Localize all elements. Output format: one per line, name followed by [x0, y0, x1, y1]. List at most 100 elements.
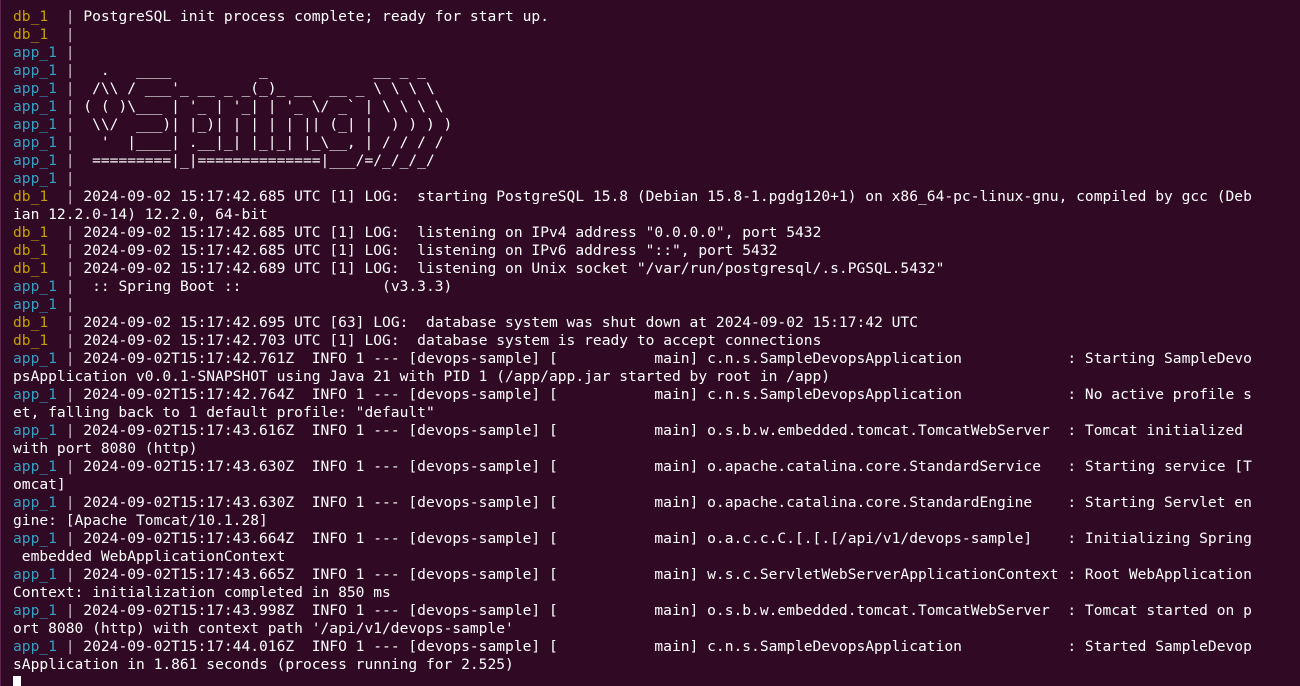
log-text: 2024-09-02 15:17:42.685 UTC [1] LOG: lis…: [83, 224, 822, 241]
log-line: db_1 | 2024-09-02 15:17:42.703 UTC [1] L…: [13, 332, 1300, 350]
app-service-prefix: app_1: [13, 602, 57, 619]
log-text: embedded WebApplicationContext: [13, 548, 286, 565]
text-cursor: [13, 676, 21, 686]
log-text: ian 12.2.0-14) 12.2.0, 64-bit: [13, 206, 268, 223]
app-service-prefix: app_1: [13, 422, 57, 439]
app-service-prefix: app_1: [13, 116, 57, 133]
log-line: psApplication v0.0.1-SNAPSHOT using Java…: [13, 368, 1300, 386]
log-text: PostgreSQL init process complete; ready …: [83, 8, 549, 25]
prefix-separator: |: [48, 8, 84, 25]
db-service-prefix: db_1: [13, 188, 49, 205]
terminal-output: db_1 | PostgreSQL init process complete;…: [13, 8, 1300, 686]
app-service-prefix: app_1: [13, 350, 57, 367]
prefix-separator: |: [56, 80, 84, 97]
log-line: app_1 | 2024-09-02T15:17:44.016Z INFO 1 …: [13, 638, 1300, 656]
prefix-separator: |: [56, 494, 84, 511]
app-service-prefix: app_1: [13, 80, 57, 97]
log-text: 2024-09-02T15:17:43.630Z INFO 1 --- [dev…: [83, 458, 1252, 475]
prefix-separator: |: [56, 296, 84, 313]
log-text: omcat]: [13, 476, 66, 493]
app-service-prefix: app_1: [13, 296, 57, 313]
log-line: db_1 |: [13, 26, 1300, 44]
app-service-prefix: app_1: [13, 386, 57, 403]
log-line: app_1 | 2024-09-02T15:17:43.630Z INFO 1 …: [13, 458, 1300, 476]
log-line: ian 12.2.0-14) 12.2.0, 64-bit: [13, 206, 1300, 224]
prefix-separator: |: [48, 188, 84, 205]
app-service-prefix: app_1: [13, 134, 57, 151]
log-line: app_1 |: [13, 170, 1300, 188]
prefix-separator: |: [56, 386, 84, 403]
log-text: . ____ _ __ _ _: [83, 62, 426, 79]
log-line: gine: [Apache Tomcat/10.1.28]: [13, 512, 1300, 530]
log-text: 2024-09-02T15:17:43.664Z INFO 1 --- [dev…: [83, 530, 1252, 547]
app-service-prefix: app_1: [13, 458, 57, 475]
log-text: ort 8080 (http) with context path '/api/…: [13, 620, 514, 637]
log-line: app_1 | =========|_|==============|___/=…: [13, 152, 1300, 170]
log-text: ( ( )\___ | '_ | '_| | '_ \/ _` | \ \ \ …: [83, 98, 444, 115]
log-text: 2024-09-02 15:17:42.703 UTC [1] LOG: dat…: [83, 332, 822, 349]
prefix-separator: |: [56, 530, 84, 547]
prefix-separator: |: [48, 260, 84, 277]
log-line: db_1 | 2024-09-02 15:17:42.685 UTC [1] L…: [13, 242, 1300, 260]
scrollbar[interactable]: [1294, 0, 1300, 686]
log-line: ort 8080 (http) with context path '/api/…: [13, 620, 1300, 638]
db-service-prefix: db_1: [13, 260, 49, 277]
app-service-prefix: app_1: [13, 62, 57, 79]
log-line: app_1 |: [13, 296, 1300, 314]
log-text: et, falling back to 1 default profile: "…: [13, 404, 435, 421]
prefix-separator: |: [56, 638, 84, 655]
db-service-prefix: db_1: [13, 8, 49, 25]
log-line: app_1 | \\/ ___)| |_)| | | | | || (_| | …: [13, 116, 1300, 134]
log-line: Context: initialization completed in 850…: [13, 584, 1300, 602]
prompt-line[interactable]: [13, 674, 1300, 686]
log-line: db_1 | PostgreSQL init process complete;…: [13, 8, 1300, 26]
prefix-separator: |: [56, 116, 84, 133]
app-service-prefix: app_1: [13, 170, 57, 187]
prefix-separator: |: [48, 332, 84, 349]
log-text: 2024-09-02 15:17:42.685 UTC [1] LOG: lis…: [83, 242, 778, 259]
prefix-separator: |: [56, 278, 84, 295]
log-text: 2024-09-02 15:17:42.695 UTC [63] LOG: da…: [83, 314, 918, 331]
log-line: sApplication in 1.861 seconds (process r…: [13, 656, 1300, 674]
prefix-separator: |: [48, 224, 84, 241]
prefix-separator: |: [56, 350, 84, 367]
log-line: et, falling back to 1 default profile: "…: [13, 404, 1300, 422]
app-service-prefix: app_1: [13, 44, 57, 61]
db-service-prefix: db_1: [13, 314, 49, 331]
log-text: 2024-09-02 15:17:42.689 UTC [1] LOG: lis…: [83, 260, 945, 277]
log-line: app_1 | 2024-09-02T15:17:43.630Z INFO 1 …: [13, 494, 1300, 512]
log-text: 2024-09-02T15:17:43.998Z INFO 1 --- [dev…: [83, 602, 1252, 619]
prefix-separator: |: [48, 26, 84, 43]
log-line: db_1 | 2024-09-02 15:17:42.695 UTC [63] …: [13, 314, 1300, 332]
log-line: app_1 | ( ( )\___ | '_ | '_| | '_ \/ _` …: [13, 98, 1300, 116]
log-line: with port 8080 (http): [13, 440, 1300, 458]
log-line: db_1 | 2024-09-02 15:17:42.689 UTC [1] L…: [13, 260, 1300, 278]
db-service-prefix: db_1: [13, 26, 49, 43]
log-line: db_1 | 2024-09-02 15:17:42.685 UTC [1] L…: [13, 188, 1300, 206]
log-line: app_1 | 2024-09-02T15:17:43.616Z INFO 1 …: [13, 422, 1300, 440]
log-text: 2024-09-02T15:17:43.616Z INFO 1 --- [dev…: [83, 422, 1252, 439]
log-text: gine: [Apache Tomcat/10.1.28]: [13, 512, 268, 529]
log-line: app_1 | 2024-09-02T15:17:43.664Z INFO 1 …: [13, 530, 1300, 548]
prefix-separator: |: [56, 458, 84, 475]
app-service-prefix: app_1: [13, 152, 57, 169]
prefix-separator: |: [48, 242, 84, 259]
log-line: embedded WebApplicationContext: [13, 548, 1300, 566]
log-text: 2024-09-02T15:17:43.630Z INFO 1 --- [dev…: [83, 494, 1252, 511]
log-line: app_1 | ' |____| .__|_| |_|_| |_\__, | /…: [13, 134, 1300, 152]
log-text: 2024-09-02T15:17:42.764Z INFO 1 --- [dev…: [83, 386, 1252, 403]
prefix-separator: |: [56, 44, 84, 61]
terminal-window[interactable]: db_1 | PostgreSQL init process complete;…: [0, 0, 1300, 686]
prefix-separator: |: [56, 152, 84, 169]
log-line: app_1 | :: Spring Boot :: (v3.3.3): [13, 278, 1300, 296]
log-text: with port 8080 (http): [13, 440, 198, 457]
log-text: Context: initialization completed in 850…: [13, 584, 391, 601]
log-text: 2024-09-02T15:17:43.665Z INFO 1 --- [dev…: [83, 566, 1252, 583]
log-text: 2024-09-02T15:17:44.016Z INFO 1 --- [dev…: [83, 638, 1252, 655]
app-service-prefix: app_1: [13, 494, 57, 511]
prefix-separator: |: [56, 170, 84, 187]
log-text: sApplication in 1.861 seconds (process r…: [13, 656, 514, 673]
log-line: omcat]: [13, 476, 1300, 494]
prefix-separator: |: [48, 314, 84, 331]
app-service-prefix: app_1: [13, 530, 57, 547]
